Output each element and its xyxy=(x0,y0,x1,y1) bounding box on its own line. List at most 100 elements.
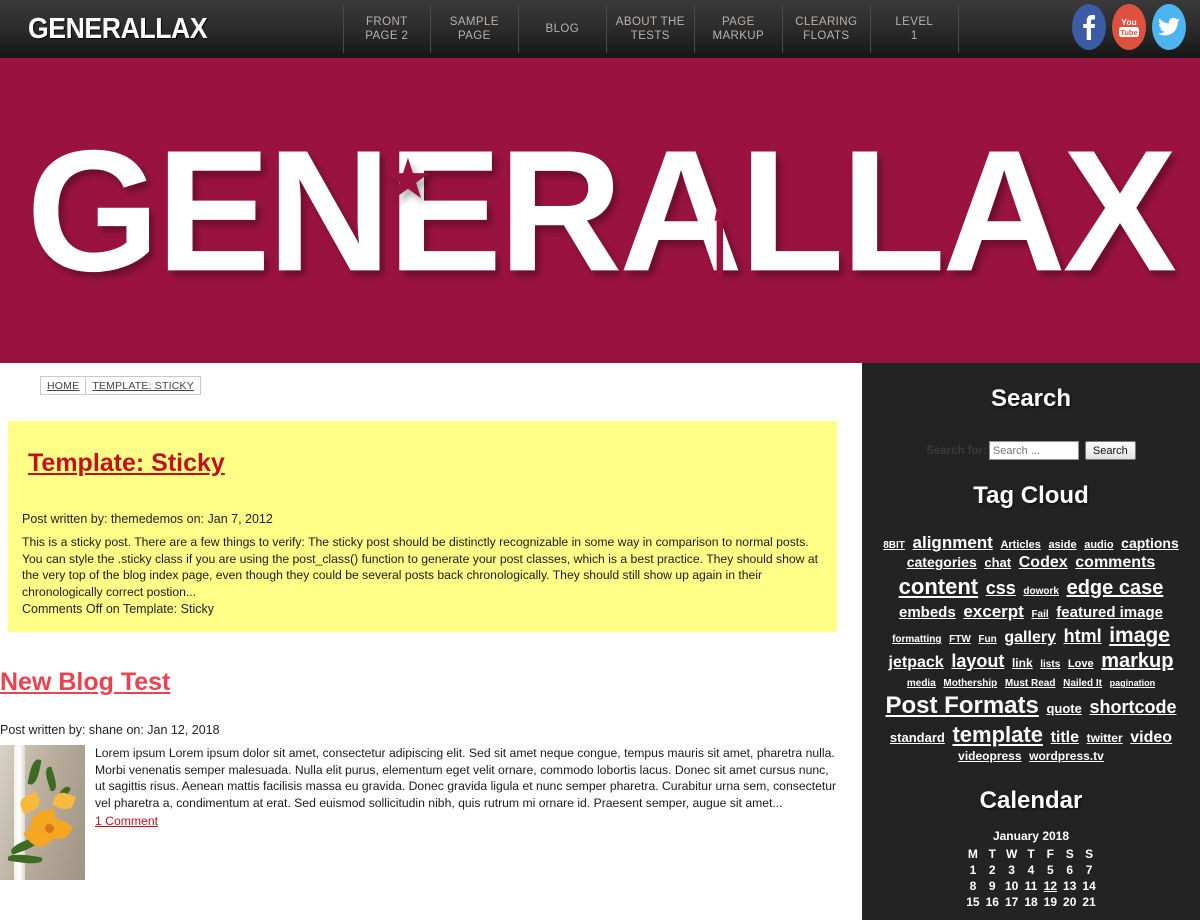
nav-item-label-line1: BLOG xyxy=(545,23,580,35)
nav-item-label-line1: LEVEL xyxy=(895,16,934,28)
tag-link-32[interactable]: Must Read xyxy=(1005,678,1056,691)
site-brand-logo[interactable]: GENERALLAX xyxy=(28,13,208,46)
tag-link-6[interactable]: categories xyxy=(907,554,977,572)
sticky-post-excerpt: This is a sticky post. There are a few t… xyxy=(22,535,818,599)
tag-link-41[interactable]: twitter xyxy=(1087,731,1123,746)
thumbnail-leaf xyxy=(27,758,42,786)
youtube-icon[interactable]: You Tube xyxy=(1112,4,1146,50)
calendar-weekday-5: S xyxy=(1065,846,1074,861)
calendar-day-cell: 5 xyxy=(1047,862,1054,877)
nav-item-label-line1: ABOUT THE xyxy=(615,16,685,28)
calendar-day-cell: 7 xyxy=(1085,862,1093,877)
breadcrumb-item-1[interactable]: TEMPLATE: STICKY xyxy=(85,377,200,394)
calendar-day-cell: 16 xyxy=(985,894,999,909)
calendar-days-body: 1 2 3 4 5 6 7 8 9 10 11 12 13 14 15 16 17 18 19 20 21 xyxy=(963,862,1099,910)
tag-link-29[interactable]: markup xyxy=(1101,649,1173,674)
tag-link-42[interactable]: video xyxy=(1130,728,1172,748)
tag-link-22[interactable]: html xyxy=(1064,625,1102,648)
nav-item-0[interactable]: FRONT PAGE 2 xyxy=(342,5,431,53)
tag-link-34[interactable]: pagination xyxy=(1110,678,1156,689)
search-input[interactable] xyxy=(988,441,1079,460)
calendar-day-cell: 1 xyxy=(969,862,977,877)
tag-link-38[interactable]: standard xyxy=(890,730,945,746)
thumbnail-leaf xyxy=(43,766,59,792)
tag-link-19[interactable]: FTW xyxy=(949,634,971,647)
tag-link-28[interactable]: Love xyxy=(1068,658,1094,672)
calendar-day-cell: 2 xyxy=(988,862,996,877)
tag-link-33[interactable]: Nailed It xyxy=(1063,678,1102,691)
nav-item-2[interactable]: BLOG xyxy=(519,5,607,53)
thumbnail-petal xyxy=(51,790,77,812)
calendar-day-cell: 19 xyxy=(1043,894,1058,909)
tag-link-31[interactable]: Mothership xyxy=(943,678,997,691)
tag-link-0[interactable]: 8BIT xyxy=(883,540,905,553)
tag-link-7[interactable]: chat xyxy=(984,555,1011,571)
tag-link-30[interactable]: media xyxy=(907,678,936,691)
tag-link-44[interactable]: wordpress.tv xyxy=(1029,749,1104,764)
tag-link-11[interactable]: css xyxy=(986,577,1016,600)
twitter-icon[interactable] xyxy=(1152,4,1186,50)
calendar-weekday-3: T xyxy=(1027,846,1035,861)
tag-link-1[interactable]: alignment xyxy=(913,532,993,553)
calendar-day-cell: 8 xyxy=(969,878,977,893)
page-body: HOME TEMPLATE: STICKY Template: Sticky Po… xyxy=(0,363,1200,920)
tag-link-14[interactable]: embeds xyxy=(899,604,956,623)
tag-link-35[interactable]: Post Formats xyxy=(885,691,1038,721)
tag-link-8[interactable]: Codex xyxy=(1019,553,1068,573)
blog-post-title[interactable]: New Blog Test xyxy=(0,668,170,697)
calendar-week-row: 15 16 17 18 19 20 21 xyxy=(963,894,1099,910)
sticky-post-comments-status: Comments Off on Template: Sticky xyxy=(22,602,214,616)
tag-link-36[interactable]: quote xyxy=(1046,701,1081,717)
tag-link-17[interactable]: featured image xyxy=(1056,604,1163,623)
tag-link-24[interactable]: jetpack xyxy=(889,653,944,673)
breadcrumb-item-0[interactable]: HOME xyxy=(41,377,85,394)
tag-link-40[interactable]: title xyxy=(1051,728,1079,748)
tag-link-27[interactable]: lists xyxy=(1040,659,1060,672)
star-icon: ★ xyxy=(385,150,430,207)
nav-item-1[interactable]: SAMPLE PAGE xyxy=(431,5,519,53)
tag-link-16[interactable]: Fail xyxy=(1031,609,1048,622)
tag-link-4[interactable]: audio xyxy=(1084,539,1113,553)
tag-link-5[interactable]: captions xyxy=(1121,535,1179,553)
tag-link-12[interactable]: dowork xyxy=(1023,586,1059,599)
search-form: Search for: Search xyxy=(874,441,1188,460)
nav-item-label-line2: FLOATS xyxy=(803,30,850,42)
comment-count-link[interactable]: 1 Comment xyxy=(95,813,158,830)
nav-item-label-line1: CLEARING xyxy=(795,16,858,28)
nav-item-5[interactable]: CLEARING FLOATS xyxy=(783,5,871,53)
tag-link-15[interactable]: excerpt xyxy=(963,601,1023,622)
tag-link-26[interactable]: link xyxy=(1012,656,1033,671)
tag-link-21[interactable]: gallery xyxy=(1004,628,1056,648)
post-thumbnail-image[interactable] xyxy=(0,745,85,880)
calendar-day-link[interactable]: 12 xyxy=(1044,879,1057,893)
nav-item-label-line1: SAMPLE xyxy=(449,16,499,28)
tag-link-37[interactable]: shortcode xyxy=(1090,696,1177,719)
tag-cloud: 8BIT alignment Articles aside audio capt… xyxy=(874,532,1188,765)
calendar-day-cell[interactable]: 12 xyxy=(1041,878,1060,894)
nav-item-3[interactable]: ABOUT THE TESTS xyxy=(607,5,695,53)
calendar-day-cell: 9 xyxy=(988,878,996,893)
tag-link-3[interactable]: aside xyxy=(1048,539,1076,553)
calendar-day-cell: 11 xyxy=(1024,878,1038,893)
nav-item-label-line2: TESTS xyxy=(630,30,670,42)
spire-decoration-1 xyxy=(499,192,510,277)
tag-link-13[interactable]: edge case xyxy=(1067,576,1164,601)
calendar-table: January 2018 MTWTFSS 1 2 3 4 5 6 7 8 9 10 11 12 13 14… xyxy=(963,829,1099,910)
search-button[interactable]: Search xyxy=(1084,441,1136,460)
nav-item-6[interactable]: LEVEL 1 xyxy=(871,5,959,53)
hero-title: GENERALLAX ★ xyxy=(26,124,1177,297)
nav-item-4[interactable]: PAGE MARKUP xyxy=(695,5,783,53)
tag-link-23[interactable]: image xyxy=(1109,623,1170,649)
tag-link-18[interactable]: formatting xyxy=(892,634,941,647)
tag-link-25[interactable]: layout xyxy=(951,650,1004,673)
tag-link-43[interactable]: videopress xyxy=(958,749,1021,764)
facebook-icon[interactable] xyxy=(1072,4,1106,50)
sticky-post-title[interactable]: Template: Sticky xyxy=(22,449,225,478)
tag-link-10[interactable]: content xyxy=(899,573,978,601)
tag-link-39[interactable]: template xyxy=(952,721,1042,749)
tag-link-2[interactable]: Articles xyxy=(1000,539,1040,553)
tag-link-20[interactable]: Fun xyxy=(978,634,996,647)
tag-link-9[interactable]: comments xyxy=(1075,553,1155,573)
calendar-day-cell: 21 xyxy=(1082,894,1096,909)
sticky-post: Template: Sticky Post written by: themed… xyxy=(8,421,837,632)
